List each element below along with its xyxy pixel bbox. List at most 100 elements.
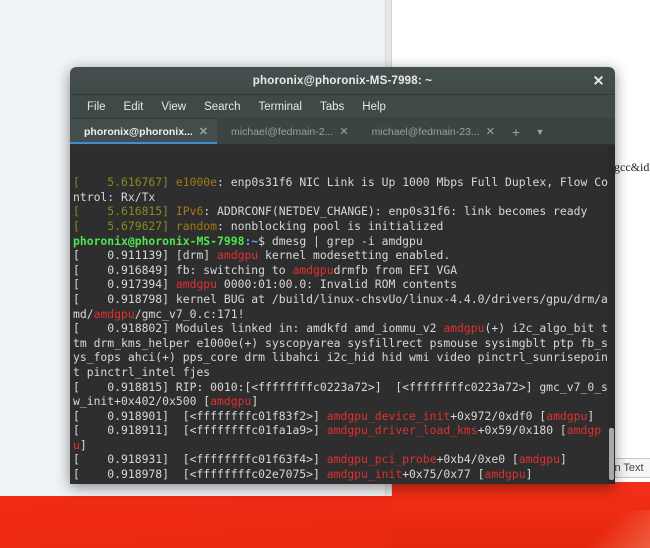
menu-item-edit[interactable]: Edit [115, 99, 153, 115]
terminal-text-segment: +0x59/0x180 [ [477, 423, 567, 438]
terminal-text-segment: 0000:01:00.0: Invalid ROM contents [217, 277, 458, 292]
terminal-tab-1[interactable]: phoronix@phoronix... ✕ [70, 119, 218, 144]
terminal-line: [ 0.919018] RIP [<ffffffffc0223a72>] gmc… [73, 482, 611, 484]
terminal-text-segment: amdgpu [93, 306, 135, 321]
terminal-text-segment: 0.918911] [<ffffffffc01fa1a9>] [79, 423, 327, 438]
terminal-scrollbar-track[interactable] [608, 145, 615, 484]
desktop: gcc&id= in Text phoronix@phoronix-MS-799… [0, 0, 650, 548]
terminal-text-segment: 0.911139] [drm] [79, 248, 218, 263]
terminal-text-segment: 0.916849] fb: switching to [79, 262, 293, 277]
window-title: phoronix@phoronix-MS-7998: ~ [252, 74, 433, 87]
wallpaper-highlight [580, 510, 650, 548]
terminal-text-segment: amdgpu [546, 408, 588, 423]
terminal-line: [ 0.918931] [<ffffffffc01f63f4>] amdgpu_… [73, 452, 611, 467]
menu-item-tabs[interactable]: Tabs [311, 99, 353, 115]
terminal-text-segment: +0x75/0x77 [ [402, 467, 485, 482]
terminal-text-segment: [ [73, 467, 80, 482]
menu-item-view[interactable]: View [152, 99, 195, 115]
terminal-line: [ 0.918798] kernel BUG at /build/linux-c… [73, 292, 611, 321]
terminal-text-segment: [ [73, 482, 80, 484]
terminal-text-segment: amdgpu_init [326, 467, 403, 482]
window-titlebar[interactable]: phoronix@phoronix-MS-7998: ~ ✕ [70, 67, 615, 95]
menu-item-file[interactable]: File [78, 99, 115, 115]
terminal-text-segment: amdgpu [484, 467, 526, 482]
terminal-line: [ 0.917394] amdgpu 0000:01:00.0: Invalid… [73, 277, 611, 292]
close-icon[interactable]: ✕ [591, 73, 606, 88]
terminal-tab-1-label: phoronix@phoronix... [84, 125, 193, 138]
terminal-line: phoronix@phoronix-MS-7998:~$ dmesg | gre… [73, 234, 611, 249]
terminal-tab-2-label: michael@fedmain-2... [231, 125, 334, 138]
terminal-text-segment: [ [73, 204, 80, 219]
terminal-line: [ 0.916849] fb: switching to amdgpudrmfb… [73, 263, 611, 278]
terminal-text-segment: $ dmesg | grep -i amdgpu [258, 233, 423, 248]
terminal-text-segment: 0.918802] Modules linked in: amdkfd amd_… [79, 321, 444, 336]
terminal-text-segment: [ [73, 175, 80, 190]
terminal-text-segment: ] [587, 408, 595, 423]
terminal-text-segment: [ [73, 452, 80, 467]
terminal-tab-3[interactable]: michael@fedmain-23... ✕ [358, 119, 504, 144]
terminal-line: [ 0.918911] [<ffffffffc01fa1a9>] amdgpu_… [73, 423, 611, 452]
terminal-tab-3-label: michael@fedmain-23... [371, 125, 480, 138]
terminal-text-segment: [ [73, 218, 80, 233]
terminal-text-segment: amdgpu [443, 321, 485, 336]
terminal-text-segment: amdgpu [518, 452, 560, 467]
menu-item-help[interactable]: Help [353, 99, 395, 115]
terminal-text-segment: amdgpu_driver_load_kms [326, 423, 478, 438]
terminal-text-segment: amdgpu [210, 394, 252, 409]
terminal-text-segment: kernel modesetting enabled. [258, 248, 451, 263]
terminal-line: [ 0.918815] RIP: 0010:[<ffffffffc0223a72… [73, 380, 611, 409]
terminal-text-segment: : nonblocking pool is initialized [217, 218, 444, 233]
terminal-text-segment: amdgpu_pci_probe [326, 452, 437, 467]
terminal-text-segment: [ [73, 379, 80, 394]
terminal-text-segment: amdgpu [560, 482, 601, 484]
terminal-text-segment: 0.918901] [<ffffffffc01f83f2>] [79, 408, 327, 423]
terminal-line: [ 0.911139] [drm] amdgpu kernel modesett… [73, 248, 611, 263]
terminal-text-segment: 5.616815] [79, 204, 176, 219]
terminal-text-segment: [ [73, 277, 80, 292]
tab-close-icon-1[interactable]: ✕ [199, 125, 208, 138]
terminal-text-segment: ] [601, 482, 608, 484]
terminal-text-segment: 0.917394] [79, 277, 176, 292]
terminal-text-segment: 0.918815] RIP: 0010:[<ffffffffc0223a72>]… [73, 379, 608, 409]
terminal-text-segment: 0.918978] [<ffffffffc02e7075>] [79, 467, 327, 482]
terminal-window[interactable]: phoronix@phoronix-MS-7998: ~ ✕ File Edit… [70, 67, 615, 484]
menubar: File Edit View Search Terminal Tabs Help [70, 95, 615, 119]
terminal-text-segment: +0x972/0xdf0 [ [450, 408, 547, 423]
terminal-text-segment: amdgpu [175, 277, 218, 292]
terminal-line: [ 0.918978] [<ffffffffc02e7075>] amdgpu_… [73, 467, 611, 482]
terminal-scrollback: [ 5.616767] e1000e: enp0s31f6 NIC Link i… [73, 175, 611, 484]
terminal-scrollbar-thumb[interactable] [609, 428, 614, 480]
terminal-text-segment: amdgpu_device_init [326, 408, 451, 423]
menu-item-terminal[interactable]: Terminal [250, 99, 311, 115]
terminal-text-segment: [ [73, 408, 80, 423]
terminal-text-segment: ] [525, 467, 533, 482]
terminal-text-segment: [ [73, 248, 80, 263]
terminal-text-segment: [ [73, 262, 80, 277]
terminal-text-segment: e1000e [175, 175, 218, 190]
terminal-text-segment: amdgpu [217, 248, 259, 263]
background-url-text: gcc&id= [614, 160, 650, 174]
terminal-text-segment: : ADDRCONF(NETDEV_CHANGE): enp0s31f6: li… [203, 204, 588, 219]
terminal-text-segment: +0xb4/0xe0 [ [436, 452, 519, 467]
terminal-tab-2[interactable]: michael@fedmain-2... ✕ [217, 119, 358, 144]
terminal-line: [ 5.679627] random: nonblocking pool is … [73, 219, 611, 234]
terminal-text-segment: /gmc_v7_0.c:171! [134, 306, 245, 321]
chevron-down-icon[interactable]: ▼ [528, 119, 552, 144]
terminal-text-segment: random [175, 218, 218, 233]
tab-close-icon-2[interactable]: ✕ [339, 125, 348, 138]
terminal-text-segment: :~ [244, 233, 259, 248]
new-tab-icon[interactable]: + [504, 119, 528, 144]
terminal-line: [ 5.616815] IPv6: ADDRCONF(NETDEV_CHANGE… [73, 204, 611, 219]
terminal-text-segment: [ [73, 291, 80, 306]
terminal-text-segment: [ [73, 321, 80, 336]
terminal-text-segment: ] [79, 437, 87, 452]
terminal-text-segment: 5.679627] [79, 218, 176, 233]
terminal-output[interactable]: [ 5.616767] e1000e: enp0s31f6 NIC Link i… [70, 145, 615, 484]
terminal-text-segment: ] [251, 394, 259, 409]
menu-item-search[interactable]: Search [195, 99, 249, 115]
tab-bar: phoronix@phoronix... ✕ michael@fedmain-2… [70, 119, 615, 145]
terminal-text-segment: 0.918931] [<ffffffffc01f63f4>] [79, 452, 327, 467]
tab-close-icon-3[interactable]: ✕ [486, 125, 495, 138]
terminal-text-segment: amdgpu [292, 262, 334, 277]
terminal-line: [ 5.616767] e1000e: enp0s31f6 NIC Link i… [73, 175, 611, 204]
